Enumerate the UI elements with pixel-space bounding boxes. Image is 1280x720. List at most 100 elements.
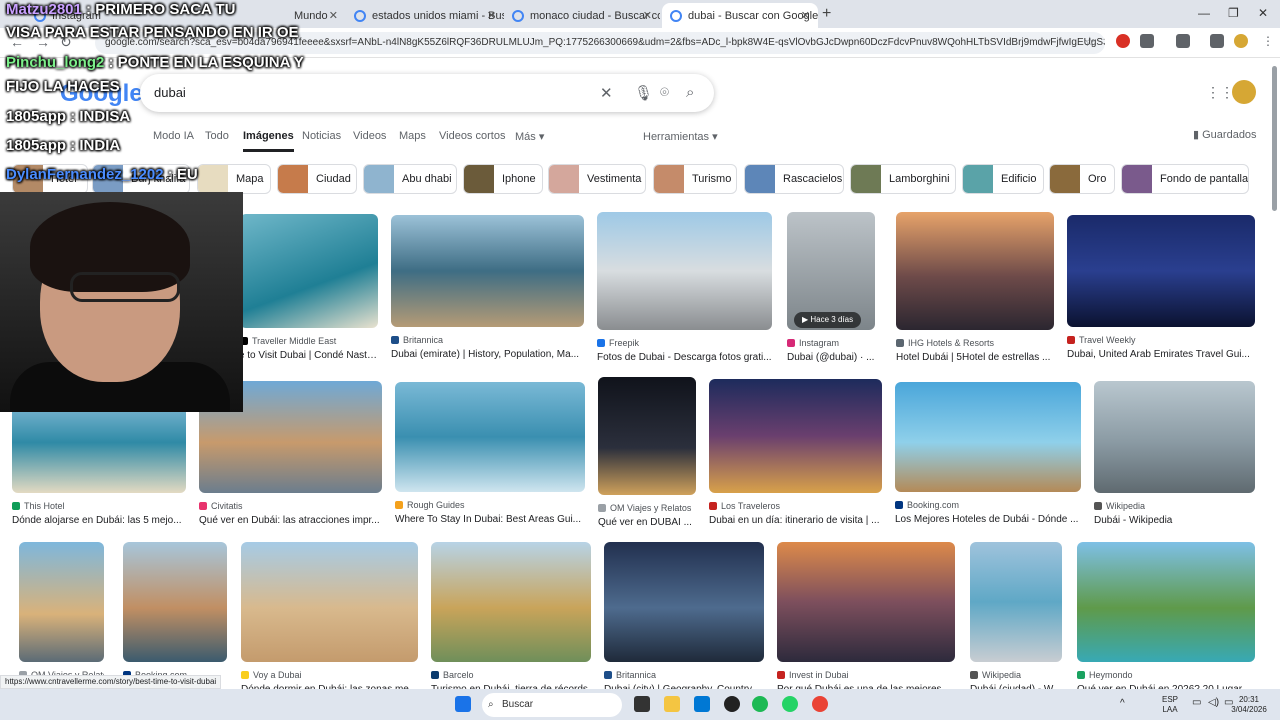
media-icon[interactable] — [1210, 34, 1224, 48]
lens-icon[interactable]: ⌾ — [660, 84, 669, 101]
result-image[interactable] — [895, 382, 1081, 492]
result-title[interactable]: Hotel Dubái | 5Hotel de estrellas ... — [896, 352, 1054, 363]
tab-maps[interactable]: Maps — [399, 130, 426, 142]
language-indicator[interactable]: ESP LAA — [1162, 695, 1178, 715]
saved-button[interactable]: ▮ Guardados — [1193, 128, 1257, 141]
chip-turismo[interactable]: Turismo — [653, 164, 737, 194]
image-result[interactable]: Freepik Fotos de Dubai - Descarga fotos … — [597, 212, 772, 363]
chip-abu-dhabi[interactable]: Abu dhabi — [363, 164, 457, 194]
image-result[interactable]: IHG Hotels & Resorts Hotel Dubái | 5Hote… — [896, 212, 1054, 363]
close-tab-icon[interactable]: ✕ — [643, 9, 652, 22]
tab-monaco[interactable]: monaco ciudad - Buscar con G ✕ — [504, 3, 660, 28]
windows-start-icon[interactable] — [455, 696, 471, 712]
image-result[interactable]: Britannica Dubai (emirate) | History, Po… — [391, 215, 584, 360]
chip-edificio[interactable]: Edificio — [962, 164, 1044, 194]
search-icon[interactable]: ⌕ — [686, 84, 694, 101]
store-icon[interactable] — [694, 696, 710, 712]
task-view-icon[interactable] — [634, 696, 650, 712]
result-image[interactable] — [391, 215, 584, 327]
minimize-icon[interactable]: — — [1198, 6, 1210, 20]
chip-mapa[interactable]: Mapa — [197, 164, 271, 194]
tools-button[interactable]: Herramientas ▾ — [643, 130, 718, 143]
network-icon[interactable]: ▭ — [1192, 698, 1201, 708]
image-result[interactable]: Travel Weekly Dubai, United Arab Emirate… — [1067, 215, 1255, 360]
mic-icon[interactable]: 🎙 — [634, 84, 653, 102]
image-result[interactable]: Barcelo Turismo en Dubái, tierra de réco… — [431, 542, 591, 695]
chip-ciudad[interactable]: Ciudad — [277, 164, 357, 194]
result-image[interactable] — [604, 542, 764, 662]
result-title[interactable]: Los Mejores Hoteles de Dubái - Dónde ... — [895, 514, 1081, 525]
result-title[interactable]: Dubái - Wikipedia — [1094, 515, 1255, 526]
tray-chevron-icon[interactable]: ^ — [1120, 699, 1125, 709]
image-result[interactable]: Wikipedia Dubái - Wikipedia — [1094, 381, 1255, 526]
result-image[interactable] — [896, 212, 1054, 330]
avatar[interactable] — [1232, 80, 1256, 104]
image-result[interactable]: Booking.com — [123, 542, 227, 680]
result-image[interactable] — [1094, 381, 1255, 493]
bookmark-star-icon[interactable]: ☆ — [1084, 34, 1096, 50]
maximize-icon[interactable]: ❐ — [1228, 6, 1239, 20]
scrollbar-thumb[interactable] — [1272, 66, 1277, 211]
chip-rascacielos[interactable]: Rascacielos — [744, 164, 844, 194]
result-image[interactable] — [240, 214, 378, 328]
result-title[interactable]: Dubai, United Arab Emirates Travel Gui..… — [1067, 349, 1255, 360]
result-image[interactable] — [970, 542, 1062, 662]
image-result[interactable]: Britannica Dubai (city) | Geography, Cou… — [604, 542, 764, 695]
tab-videos-cortos[interactable]: Videos cortos — [439, 130, 505, 142]
close-tab-icon[interactable]: ✕ — [487, 9, 496, 22]
result-title[interactable]: Dubai en un día: itinerario de visita | … — [709, 515, 882, 526]
spotify-icon[interactable] — [752, 696, 768, 712]
tab-todo[interactable]: Todo — [205, 130, 229, 142]
chip-fondo-de-pantalla[interactable]: Fondo de pantalla — [1121, 164, 1249, 194]
chip-lamborghini[interactable]: Lamborghini — [850, 164, 956, 194]
profile-icon[interactable] — [1234, 34, 1248, 48]
result-image[interactable] — [123, 542, 227, 662]
result-image[interactable] — [709, 379, 882, 493]
result-image[interactable] — [777, 542, 955, 662]
image-result[interactable]: Rough Guides Where To Stay In Dubai: Bes… — [395, 382, 585, 525]
chip-iphone[interactable]: Iphone — [463, 164, 543, 194]
result-image[interactable] — [597, 212, 772, 330]
tab-dubai[interactable]: dubai - Buscar con Google ✕ — [662, 3, 818, 28]
close-window-icon[interactable]: ✕ — [1258, 6, 1268, 20]
image-result[interactable]: OM Viajes y Relatos — [19, 542, 104, 680]
tab-imagenes[interactable]: Imágenes — [243, 130, 294, 152]
close-tab-icon[interactable]: ✕ — [801, 9, 810, 22]
chrome-icon[interactable] — [812, 696, 828, 712]
image-result[interactable]: Los Traveleros Dubai en un día: itinerar… — [709, 379, 882, 526]
result-image[interactable] — [19, 542, 104, 662]
tab-videos[interactable]: Videos — [353, 130, 386, 142]
tab-modo-ia[interactable]: Modo IA — [153, 130, 194, 142]
image-result[interactable]: Heymondo Qué ver en Dubái en 2026? 20 Lu… — [1077, 542, 1255, 695]
image-result[interactable]: Invest in Dubai Por qué Dubái es una de … — [777, 542, 955, 695]
tab-mas[interactable]: Más ▾ — [515, 130, 544, 143]
clear-icon[interactable]: ✕ — [600, 84, 613, 102]
image-result[interactable]: OM Viajes y Relatos Qué ver en DUBÁI ... — [598, 377, 696, 528]
result-title[interactable]: Where To Stay In Dubai: Best Areas Gui..… — [395, 514, 585, 525]
search-box[interactable]: dubai ✕ 🎙 ⌾ ⌕ — [140, 74, 714, 112]
app-icon[interactable] — [724, 696, 740, 712]
image-result[interactable]: Instagram Dubai (@dubai) · ... — [787, 212, 875, 363]
close-tab-icon[interactable]: ✕ — [329, 9, 338, 22]
menu-icon[interactable]: ⋮ — [1262, 34, 1274, 48]
image-result[interactable]: Wikipedia Dubái (ciudad) - W... — [970, 542, 1062, 695]
extension-icon[interactable] — [1176, 34, 1190, 48]
taskbar-search[interactable]: ⌕ Buscar — [482, 693, 622, 717]
puzzle-icon[interactable] — [1140, 34, 1154, 48]
image-result[interactable]: Voy a Dubai Dónde dormir en Dubái: las z… — [241, 542, 418, 695]
chip-vestimenta[interactable]: Vestimenta — [548, 164, 646, 194]
result-title[interactable]: Dubai (emirate) | History, Population, M… — [391, 349, 584, 360]
result-image[interactable] — [1077, 542, 1255, 662]
result-image[interactable] — [1067, 215, 1255, 327]
chip-oro[interactable]: Oro — [1049, 164, 1115, 194]
whatsapp-icon[interactable] — [782, 696, 798, 712]
clock[interactable]: 20:31 3/04/2026 — [1228, 695, 1270, 715]
result-title[interactable]: Dubai (@dubai) · ... — [787, 352, 875, 363]
result-image[interactable] — [431, 542, 591, 662]
result-title[interactable]: Dónde alojarse en Dubái: las 5 mejo... — [12, 515, 186, 526]
extension-icon[interactable] — [1116, 34, 1130, 48]
search-input[interactable]: dubai — [154, 85, 186, 100]
result-image[interactable] — [241, 542, 418, 662]
tab-miami[interactable]: estados unidos miami - Buscar ✕ — [346, 3, 504, 28]
image-result[interactable]: Traveller Middle East Best Time to Visit… — [200, 214, 378, 361]
